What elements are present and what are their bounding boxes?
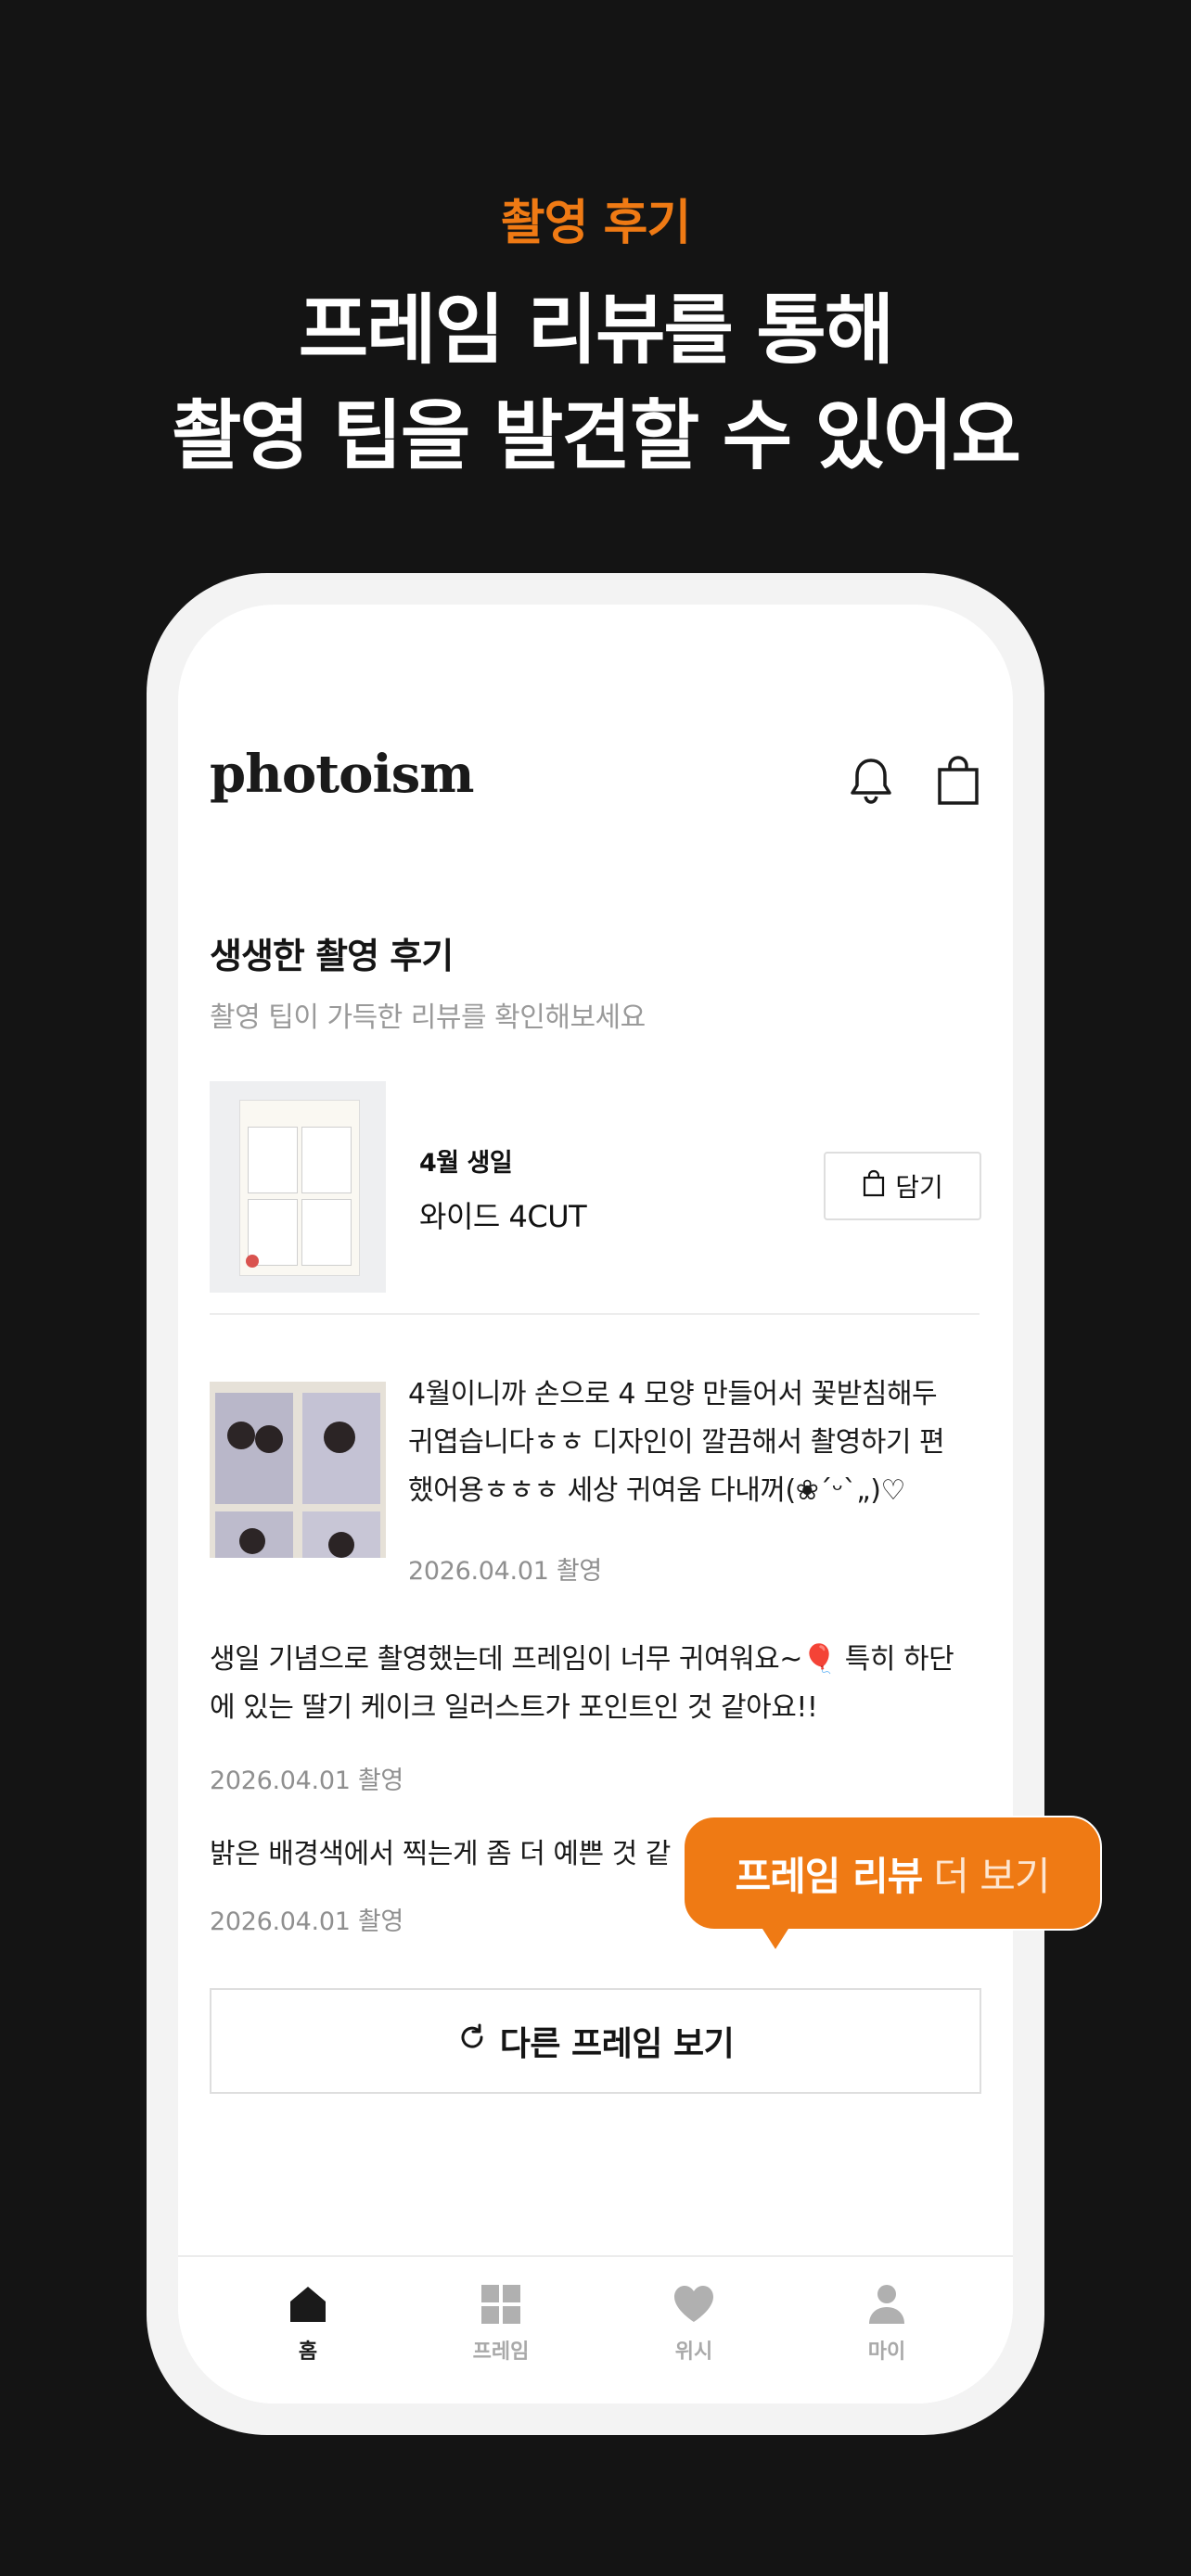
tab-label: 마이 <box>867 2340 906 2364</box>
tab-home[interactable]: 홈 <box>252 2283 364 2365</box>
refresh-icon <box>457 2022 487 2060</box>
tab-label: 프레임 <box>472 2340 530 2364</box>
section-title: 생생한 촬영 후기 <box>210 936 454 976</box>
tab-wish[interactable]: 위시 <box>638 2283 749 2365</box>
hero-title-line-2: 촬영 팁을 발견할 수 있어요 <box>171 392 1021 480</box>
review-line: 했어용ㅎㅎㅎ 세상 귀여움 다내꺼(❀ˊᵕˋ„)♡ <box>408 1474 905 1507</box>
home-icon <box>287 2287 329 2329</box>
review-text: 생일 기념으로 촬영했는데 프레임이 너무 귀여워요~🎈 특히 하단 에 있는 … <box>210 1636 954 1732</box>
section-subtitle: 촬영 팁이 가득한 리뷰를 확인해보세요 <box>210 1001 646 1034</box>
add-to-cart-button[interactable]: 담기 <box>824 1152 981 1220</box>
person-icon <box>865 2285 908 2329</box>
review-line: 귀엽습니다ㅎㅎ 디자인이 깔끔해서 촬영하기 편 <box>408 1426 945 1459</box>
strawberry-cake-icon <box>246 1255 259 1268</box>
tooltip-light: 더 보기 <box>933 1853 1050 1899</box>
frame-cell <box>301 1127 352 1193</box>
hero-title: 프레임 리뷰를 통해 촬영 팁을 발견할 수 있어요 <box>0 278 1191 490</box>
frame-sheet <box>239 1100 360 1276</box>
tab-label: 위시 <box>674 2340 713 2364</box>
more-frames-label: 다른 프레임 보기 <box>499 2025 735 2063</box>
grid-icon <box>480 2285 522 2329</box>
frame-cell <box>248 1127 298 1193</box>
frame-thumbnail[interactable] <box>210 1081 386 1293</box>
tooltip-tail <box>762 1929 788 1949</box>
review-text: 4월이니까 손으로 4 모양 만들어서 꽃받침해두 귀엽습니다ㅎㅎ 디자인이 깔… <box>408 1371 945 1515</box>
tab-my[interactable]: 마이 <box>831 2283 942 2365</box>
add-to-cart-label: 담기 <box>895 1172 943 1203</box>
shopping-bag-icon <box>862 1169 886 1204</box>
frame-review-tooltip[interactable]: 프레임 리뷰 더 보기 <box>683 1816 1102 1931</box>
heart-icon <box>672 2286 716 2329</box>
review-line: 4월이니까 손으로 4 모양 만들어서 꽃받침해두 <box>408 1378 938 1410</box>
review-date: 2026.04.01 촬영 <box>210 1766 403 1795</box>
more-frames-button[interactable]: 다른 프레임 보기 <box>210 1988 981 2094</box>
frame-card[interactable]: 4월 생일 와이드 4CUT 담기 <box>210 1081 981 1293</box>
review-date: 2026.04.01 촬영 <box>408 1557 602 1586</box>
phone-mockup: photoism 생생한 촬영 후기 촬영 팁이 가득한 리뷰를 확인해보세요 <box>147 573 1044 2435</box>
review-line: 에 있는 딸기 케이크 일러스트가 포인트인 것 같아요!! <box>210 1691 818 1724</box>
frame-tag: 4월 생일 <box>419 1149 513 1178</box>
review-photo[interactable] <box>210 1382 386 1558</box>
divider <box>210 1313 980 1315</box>
bottom-tab-bar: 홈 프레임 위시 마이 <box>178 2255 1013 2404</box>
tooltip-strong: 프레임 리뷰 <box>735 1853 923 1899</box>
tab-label: 홈 <box>298 2340 318 2364</box>
bell-icon[interactable] <box>848 755 894 810</box>
frame-cell <box>301 1199 352 1266</box>
hero-title-line-1: 프레임 리뷰를 통해 <box>298 287 895 375</box>
frame-meta: 4월 생일 와이드 4CUT <box>419 1142 587 1236</box>
tab-frame[interactable]: 프레임 <box>445 2283 557 2365</box>
review-line: 밝은 배경색에서 찍는게 좀 더 예쁜 것 같 <box>210 1838 671 1870</box>
app-logo[interactable]: photoism <box>210 744 474 805</box>
review-line: 생일 기념으로 촬영했는데 프레임이 너무 귀여워요~🎈 특히 하단 <box>210 1643 954 1676</box>
review-text: 밝은 배경색에서 찍는게 좀 더 예쁜 것 같 <box>210 1830 671 1879</box>
phone-screen: photoism 생생한 촬영 후기 촬영 팁이 가득한 리뷰를 확인해보세요 <box>178 605 1013 2404</box>
review-date: 2026.04.01 촬영 <box>210 1907 403 1936</box>
shopping-bag-icon[interactable] <box>935 755 981 810</box>
frame-name: 와이드 4CUT <box>419 1199 587 1234</box>
hero-eyebrow: 촬영 후기 <box>500 196 691 251</box>
